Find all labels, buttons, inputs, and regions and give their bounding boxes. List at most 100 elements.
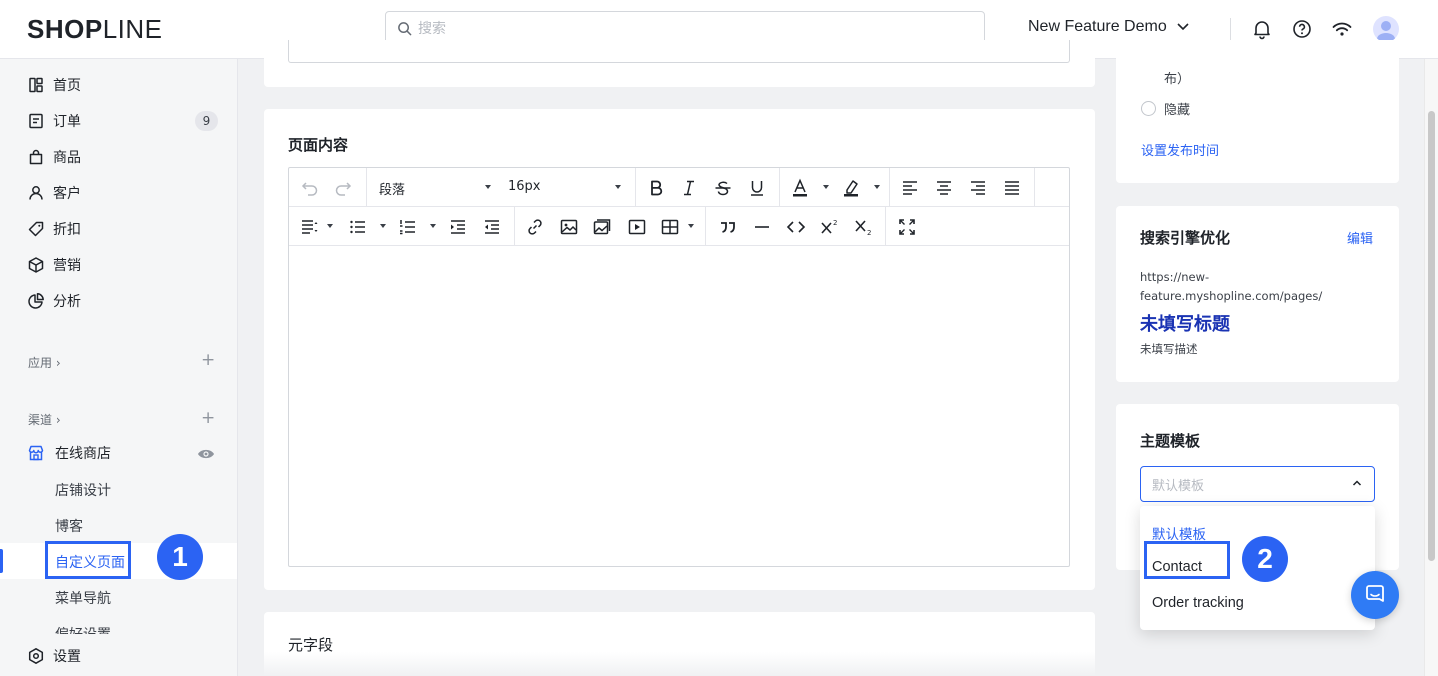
sidebar-item-analytics[interactable]: 分析	[0, 283, 237, 319]
marketing-box-icon	[27, 256, 45, 274]
sidebar-item-home[interactable]: 首页	[0, 67, 237, 103]
hidden-radio[interactable]	[1141, 101, 1156, 116]
toolbar-separator	[1034, 168, 1035, 207]
image-icon[interactable]	[558, 216, 580, 238]
video-icon[interactable]	[626, 216, 648, 238]
help-icon[interactable]	[1291, 18, 1313, 40]
numbered-list-icon[interactable]	[397, 216, 419, 238]
editor-content-area[interactable]	[289, 247, 1069, 566]
highlight-box-2	[1144, 541, 1230, 579]
step-marker-1: 1	[157, 534, 203, 580]
theme-template-select[interactable]: 默认模板	[1140, 466, 1375, 502]
header-divider	[1230, 18, 1231, 40]
search-icon	[397, 21, 412, 40]
bullet-list-icon[interactable]	[347, 216, 369, 238]
bell-icon[interactable]	[1251, 18, 1273, 40]
rich-text-editor: 段落 16px 2 2	[288, 167, 1070, 567]
strikethrough-icon[interactable]	[712, 177, 734, 199]
text-color-icon[interactable]	[789, 177, 811, 199]
seo-description-preview: 未填写描述	[1140, 342, 1198, 356]
analytics-pie-icon	[27, 292, 45, 310]
toolbar-separator	[366, 168, 367, 207]
table-icon[interactable]	[659, 216, 681, 238]
link-icon[interactable]	[524, 216, 546, 238]
customer-icon	[27, 184, 45, 202]
caret-down-icon	[823, 185, 829, 189]
caret-down-icon	[688, 224, 694, 228]
sidebar: 首页 订单 9 商品 客户 折扣 营销 分析 应用 › + 渠道 › + 在线商…	[0, 59, 238, 676]
align-center-icon[interactable]	[933, 177, 955, 199]
caret-down-icon	[380, 224, 386, 228]
chat-support-button[interactable]	[1351, 571, 1399, 619]
order-icon	[27, 112, 45, 130]
horizontal-rule-icon[interactable]	[751, 216, 773, 238]
title-input-bottom[interactable]	[288, 40, 1070, 63]
sidebar-item-discounts[interactable]: 折扣	[0, 211, 237, 247]
sidebar-item-label: 首页	[53, 78, 81, 94]
seo-edit-link[interactable]: 编辑	[1347, 228, 1373, 247]
wifi-icon[interactable]	[1331, 18, 1353, 40]
align-right-icon[interactable]	[967, 177, 989, 199]
outdent-icon[interactable]	[481, 216, 503, 238]
caret-down-icon	[485, 185, 491, 189]
sidebar-item-label: 折扣	[53, 222, 81, 238]
sidebar-item-customers[interactable]: 客户	[0, 175, 237, 211]
font-size-select[interactable]: 16px	[508, 179, 541, 194]
page-scrollbar[interactable]	[1424, 59, 1438, 676]
sidebar-item-marketing[interactable]: 营销	[0, 247, 237, 283]
sidebar-subitem-preferences[interactable]: 偏好设置	[55, 624, 111, 634]
sidebar-item-settings[interactable]: 设置	[0, 638, 237, 674]
dropdown-option-order-tracking[interactable]: Order tracking	[1152, 595, 1244, 611]
sidebar-item-label: 分析	[53, 294, 81, 310]
toolbar-separator	[885, 207, 886, 246]
editor-toolbar-row-2: 2 2	[289, 207, 1069, 246]
block-format-select[interactable]: 段落	[379, 179, 405, 198]
align-left-icon[interactable]	[899, 177, 921, 199]
apps-section-title[interactable]: 应用 ›	[28, 354, 61, 371]
superscript-icon[interactable]: 2	[819, 216, 841, 238]
highlight-box-1	[45, 541, 131, 579]
highlight-color-icon[interactable]	[840, 177, 862, 199]
blockquote-icon[interactable]	[717, 216, 739, 238]
store-name: New Feature Demo	[1028, 18, 1167, 35]
bottom-fade	[264, 652, 1095, 676]
redo-icon[interactable]	[332, 177, 354, 199]
set-publish-time-link[interactable]: 设置发布时间	[1141, 140, 1219, 159]
toolbar-separator	[514, 207, 515, 246]
scrollbar-thumb[interactable]	[1428, 111, 1435, 561]
align-justify-icon[interactable]	[1001, 177, 1023, 199]
sidebar-subitem-menu-nav[interactable]: 菜单导航	[55, 588, 111, 608]
sidebar-item-label: 设置	[53, 649, 81, 665]
gallery-icon[interactable]	[591, 216, 613, 238]
italic-icon[interactable]	[678, 177, 700, 199]
visibility-card: ᐧ ᐧ ᐧ ᐧ ᐧ ᐧ ᐧ ᐧ ᐧ ᐧ ᐧ 布） 隐藏 设置发布时间	[1116, 40, 1399, 183]
sidebar-item-label: 客户	[53, 186, 81, 202]
avatar[interactable]	[1373, 16, 1399, 42]
dropdown-option-default[interactable]: 默认模板	[1152, 523, 1206, 543]
indent-icon[interactable]	[447, 216, 469, 238]
sidebar-subitem-blog[interactable]: 博客	[55, 516, 83, 536]
seo-url-preview: https://new- feature.myshopline.com/page…	[1140, 270, 1323, 303]
add-app-plus-icon[interactable]: +	[201, 352, 215, 369]
channels-section-title[interactable]: 渠道 ›	[28, 411, 61, 428]
eye-icon[interactable]	[197, 447, 215, 465]
shopline-logo[interactable]: SHOPLINE	[27, 14, 163, 45]
fullscreen-icon[interactable]	[896, 216, 918, 238]
metafields-card: 元字段	[264, 612, 1095, 676]
code-icon[interactable]	[785, 216, 807, 238]
underline-icon[interactable]	[746, 177, 768, 199]
title-card	[264, 40, 1095, 87]
sidebar-item-products[interactable]: 商品	[0, 139, 237, 175]
product-bag-icon	[27, 148, 45, 166]
theme-select-placeholder: 默认模板	[1152, 479, 1205, 494]
bold-icon[interactable]	[645, 177, 667, 199]
toolbar-separator	[705, 207, 706, 246]
add-channel-plus-icon[interactable]: +	[201, 410, 215, 427]
search-input[interactable]	[418, 18, 958, 40]
subscript-icon[interactable]: 2	[853, 216, 875, 238]
store-selector[interactable]: New Feature Demo	[1028, 18, 1189, 36]
toolbar-separator	[889, 168, 890, 207]
sidebar-subitem-store-design[interactable]: 店铺设计	[55, 480, 111, 500]
undo-icon[interactable]	[299, 177, 321, 199]
line-height-icon[interactable]	[299, 216, 321, 238]
